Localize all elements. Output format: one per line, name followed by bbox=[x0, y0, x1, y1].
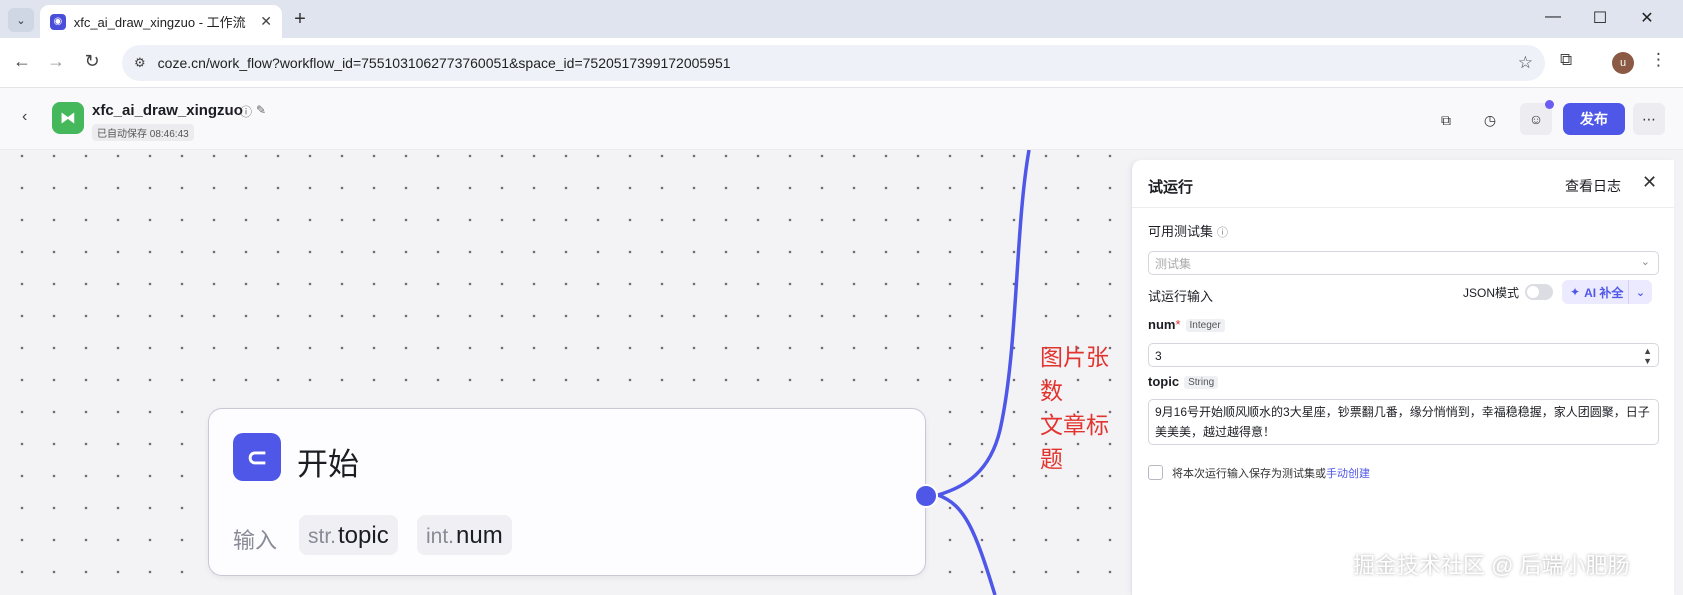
testset-section-label: 可用测试集 ⓘ bbox=[1148, 221, 1228, 240]
browser-tab[interactable]: ◉ xfc_ai_draw_xingzuo - 工作流 ✕ bbox=[40, 5, 282, 38]
site-info-icon[interactable]: ⚙ bbox=[134, 55, 146, 71]
more-options-icon[interactable]: ⋯ bbox=[1633, 103, 1665, 135]
collaborators-icon[interactable]: ☺ bbox=[1520, 100, 1554, 135]
reload-icon[interactable]: ↻ bbox=[80, 51, 104, 72]
back-chevron-icon[interactable]: ‹ bbox=[22, 108, 27, 126]
info-icon[interactable]: ⓘ bbox=[1217, 227, 1228, 239]
save-label-text: 将本次运行输入保存为测试集或 bbox=[1172, 468, 1326, 480]
watermark: 掘金技术社区 @ 后端小肥肠 bbox=[1353, 553, 1630, 578]
edit-icon[interactable]: ✎ bbox=[256, 103, 266, 117]
workflow-name: xfc_ai_draw_xingzuo bbox=[92, 102, 243, 119]
testset-select[interactable]: 测试集 ⌄ bbox=[1148, 251, 1659, 275]
num-value: 3 bbox=[1155, 349, 1162, 363]
chip-type: int. bbox=[426, 525, 455, 548]
field-label-topic: topic String bbox=[1148, 374, 1219, 389]
toggle-knob bbox=[1527, 286, 1539, 298]
url-text: coze.cn/work_flow?workflow_id=7551031062… bbox=[157, 55, 731, 71]
required-mark: * bbox=[1175, 317, 1181, 332]
chip-type: str. bbox=[308, 525, 337, 548]
chevron-down-icon[interactable]: ⌄ bbox=[1628, 280, 1652, 304]
tab-search-button[interactable]: ⌄ bbox=[8, 8, 34, 32]
divider bbox=[1132, 207, 1674, 208]
ai-fill-button[interactable]: ✦ AI 补全 ⌄ bbox=[1562, 280, 1652, 304]
testset-label: 可用测试集 bbox=[1148, 224, 1214, 239]
save-testset-label: 将本次运行输入保存为测试集或手动创建 bbox=[1172, 465, 1370, 481]
chip-name: topic bbox=[338, 522, 389, 549]
url-omnibox[interactable]: ⚙ coze.cn/work_flow?workflow_id=75510310… bbox=[122, 45, 1545, 81]
topic-textarea[interactable]: 9月16号开始顺风顺水的3大星座，钞票翻几番，缘分悄悄到，幸福稳稳握，家人团圆聚… bbox=[1148, 399, 1659, 445]
chevron-down-icon: ⌄ bbox=[1640, 256, 1650, 268]
coze-favicon-icon: ◉ bbox=[50, 13, 66, 30]
manual-create-link[interactable]: 手动创建 bbox=[1326, 468, 1370, 480]
autosave-status: 已自动保存 08:46:43 bbox=[92, 124, 194, 141]
num-input[interactable]: 3 ▲ ▼ bbox=[1148, 343, 1659, 367]
start-node-icon: ⊂ bbox=[233, 433, 281, 481]
copy-icon[interactable]: ⧉ bbox=[1432, 106, 1460, 134]
sparkle-icon: ✦ bbox=[1570, 285, 1581, 299]
workflow-canvas[interactable]: ⊂ 开始 输入 str. topic int. num 图片张数 文章标题 bbox=[0, 150, 1131, 595]
annotation-article-title: 文章标题 bbox=[1040, 412, 1109, 472]
info-icon[interactable]: ⓘ bbox=[240, 103, 252, 120]
chip-name: num bbox=[456, 522, 503, 549]
field-label-num: num* Integer bbox=[1148, 317, 1225, 332]
annotation-image-count: 图片张数 bbox=[1040, 344, 1109, 404]
input-chip-num: int. num bbox=[417, 515, 512, 555]
view-log-button[interactable]: 查看日志 bbox=[1565, 176, 1621, 196]
tab-close-icon[interactable]: ✕ bbox=[260, 13, 272, 30]
node-inputs-label: 输入 bbox=[233, 528, 278, 553]
panel-title: 试运行 bbox=[1148, 179, 1194, 196]
browser-tabstrip: ⌄ ◉ xfc_ai_draw_xingzuo - 工作流 ✕ + — ☐ ✕ bbox=[0, 0, 1683, 38]
forward-arrow-icon[interactable]: → bbox=[44, 51, 68, 72]
app-header: ‹ ⧓ xfc_ai_draw_xingzuo ⓘ ✎ 已自动保存 08:46:… bbox=[0, 88, 1683, 150]
publish-button[interactable]: 发布 bbox=[1563, 103, 1625, 135]
json-mode-label: JSON模式 bbox=[1463, 286, 1520, 300]
minimize-button[interactable]: — bbox=[1538, 8, 1568, 26]
history-icon[interactable]: ◷ bbox=[1476, 106, 1504, 134]
testset-placeholder: 测试集 bbox=[1155, 256, 1192, 271]
tab-title: xfc_ai_draw_xingzuo - 工作流 bbox=[73, 15, 246, 30]
test-run-panel: 试运行 查看日志 ✕ 可用测试集 ⓘ 测试集 ⌄ 试运行输入 JSON模式 ✦ A… bbox=[1131, 160, 1674, 595]
browser-menu-icon[interactable]: ⋮ bbox=[1650, 50, 1667, 70]
type-tag: Integer bbox=[1185, 319, 1225, 332]
back-arrow-icon[interactable]: ← bbox=[10, 51, 34, 72]
type-tag: String bbox=[1184, 376, 1219, 389]
window-close-button[interactable]: ✕ bbox=[1632, 8, 1662, 28]
new-tab-button[interactable]: + bbox=[288, 8, 312, 31]
profile-avatar[interactable]: u bbox=[1612, 52, 1634, 74]
input-chip-topic: str. topic bbox=[299, 515, 398, 555]
stepper-icon[interactable]: ▲ ▼ bbox=[1643, 344, 1652, 366]
field-name: num bbox=[1148, 317, 1176, 332]
extensions-icon[interactable]: ⧉ bbox=[1560, 50, 1572, 70]
notification-dot bbox=[1545, 100, 1554, 109]
field-name: topic bbox=[1148, 374, 1180, 389]
node-title: 开始 bbox=[297, 447, 359, 482]
address-bar: ← → ↻ ⚙ coze.cn/work_flow?workflow_id=75… bbox=[0, 38, 1683, 88]
maximize-button[interactable]: ☐ bbox=[1585, 8, 1615, 28]
workflow-logo-icon: ⧓ bbox=[52, 102, 84, 134]
run-input-label: 试运行输入 bbox=[1148, 289, 1214, 304]
close-icon[interactable]: ✕ bbox=[1642, 172, 1657, 193]
json-mode-toggle[interactable] bbox=[1525, 284, 1553, 300]
output-port[interactable] bbox=[914, 484, 938, 508]
bookmark-star-icon[interactable]: ☆ bbox=[1518, 53, 1533, 73]
save-testset-checkbox[interactable] bbox=[1148, 465, 1163, 480]
ai-fill-label: AI 补全 bbox=[1584, 285, 1624, 300]
start-node[interactable]: ⊂ 开始 输入 str. topic int. num bbox=[208, 408, 926, 576]
